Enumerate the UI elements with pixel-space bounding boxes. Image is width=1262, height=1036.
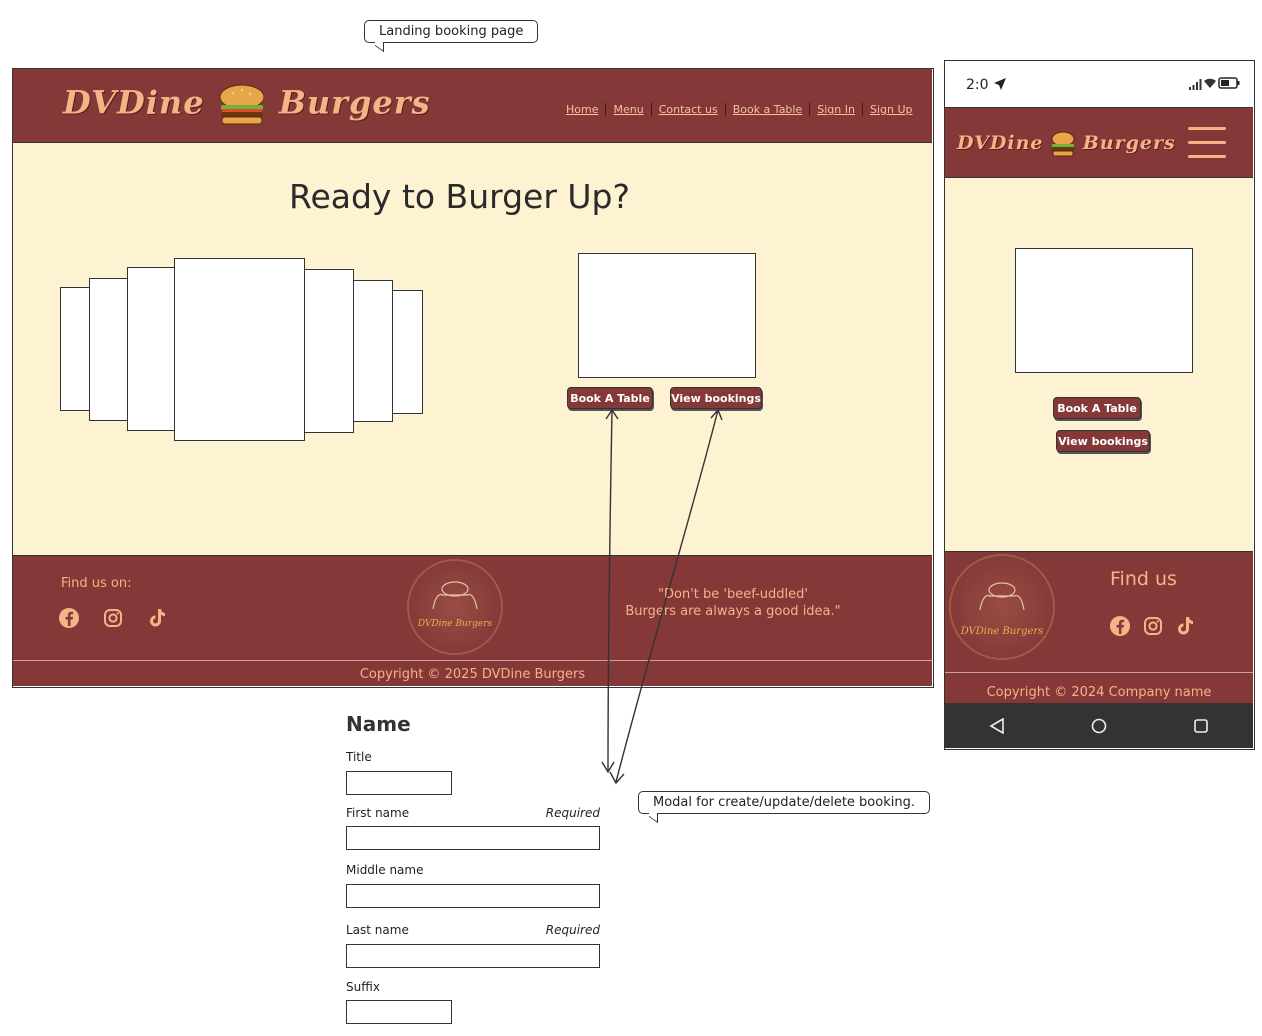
flow-arrows	[601, 408, 723, 785]
title-label: Title	[346, 750, 372, 764]
first-name-input[interactable]	[346, 826, 600, 850]
title-input[interactable]	[346, 771, 452, 795]
form-heading: Name	[346, 712, 411, 736]
middle-name-input[interactable]	[346, 884, 600, 908]
arrow-book-to-modal	[607, 409, 613, 771]
first-name-label: First name	[346, 806, 410, 820]
last-name-input[interactable]	[346, 944, 600, 968]
booking-form: Name Title First name Required Middle na…	[346, 710, 602, 1030]
middle-name-label: Middle name	[346, 863, 424, 877]
last-name-required: Required	[545, 923, 600, 937]
last-name-label: Last name	[346, 923, 409, 937]
arrow-view-to-modal	[615, 409, 719, 783]
suffix-label: Suffix	[346, 980, 380, 994]
modal-callout: Modal for create/update/delete booking.	[638, 791, 930, 814]
first-name-required: Required	[545, 806, 600, 820]
suffix-input[interactable]	[346, 1000, 452, 1024]
